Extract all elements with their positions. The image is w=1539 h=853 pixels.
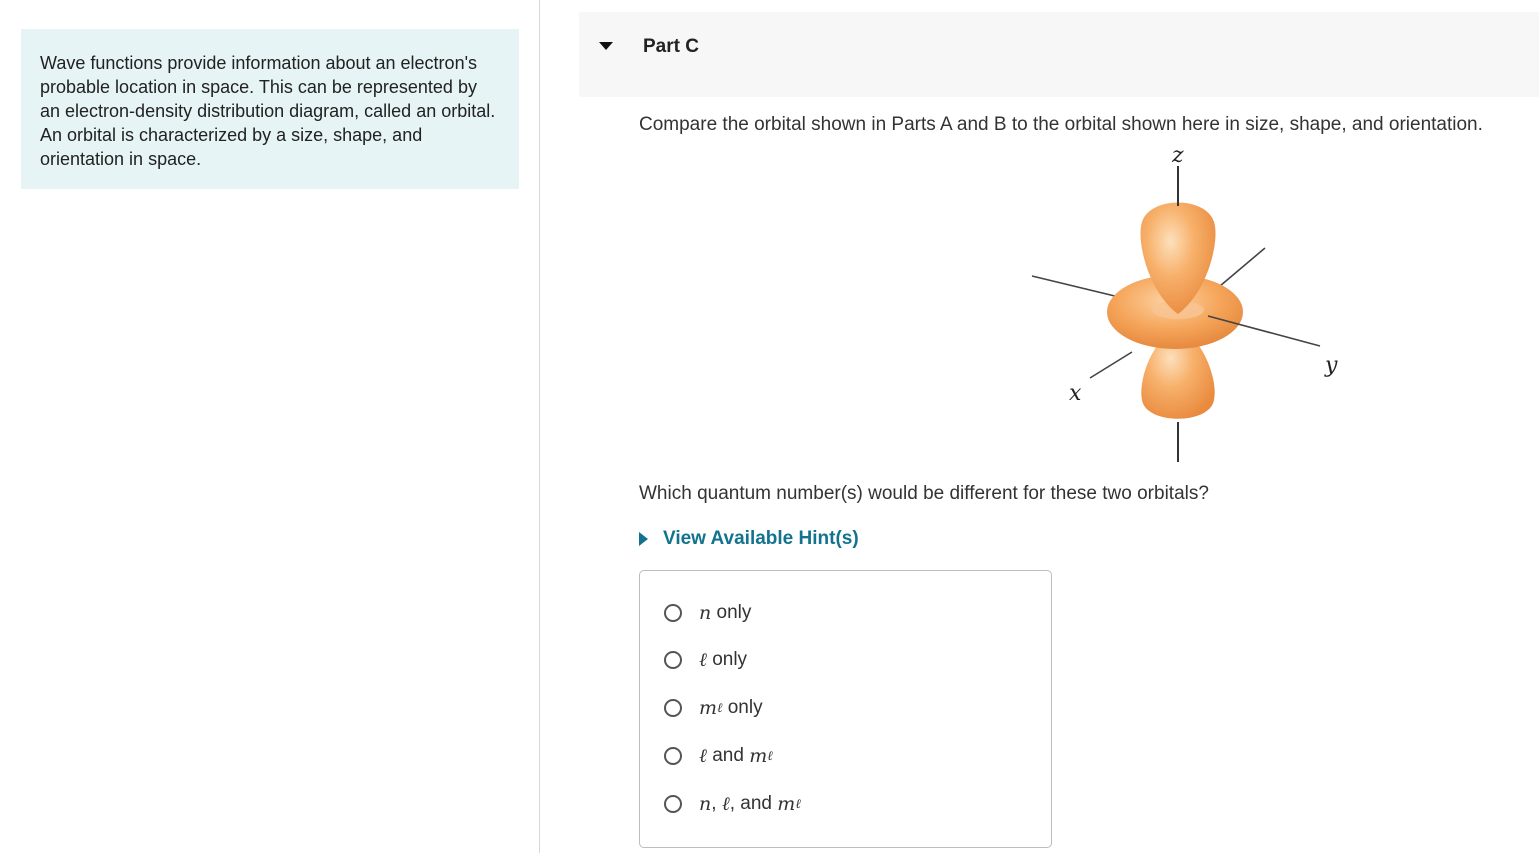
option-text: and	[712, 745, 744, 766]
symbol-l-subscript: ℓ	[795, 797, 801, 812]
radio-button[interactable]	[664, 651, 682, 669]
orbital-diagram: z y x	[1031, 143, 1338, 462]
option-ml-only[interactable]: mℓ only	[664, 694, 763, 722]
option-n-l-and-ml[interactable]: n, ℓ, and mℓ	[664, 790, 801, 818]
view-hints-link[interactable]: View Available Hint(s)	[639, 528, 859, 550]
symbol-m: m	[777, 793, 796, 815]
comma: ,	[711, 793, 717, 814]
orbital-figure: z y x	[1020, 140, 1350, 475]
part-title: Part C	[643, 36, 699, 57]
symbol-n: n	[699, 793, 712, 815]
symbol-l: ℓ	[699, 744, 707, 767]
symbol-m: m	[699, 697, 718, 719]
symbol-l: ℓ	[721, 792, 730, 815]
symbol-m: m	[749, 745, 768, 767]
option-l-only[interactable]: ℓ only	[664, 646, 747, 674]
option-l-and-ml[interactable]: ℓ and mℓ	[664, 742, 773, 770]
intro-panel: Wave functions provide information about…	[21, 29, 519, 189]
radio-button[interactable]	[664, 604, 682, 622]
option-n-only[interactable]: n only	[664, 599, 751, 627]
symbol-n: n	[699, 602, 712, 624]
option-text: only	[727, 697, 763, 718]
symbol-l-subscript: ℓ	[767, 749, 773, 764]
option-text: only	[716, 602, 752, 623]
radio-button[interactable]	[664, 699, 682, 717]
option-text: , and	[729, 793, 772, 814]
radio-button[interactable]	[664, 747, 682, 765]
symbol-l: ℓ	[699, 648, 707, 671]
question-text: Compare the orbital shown in Parts A and…	[639, 114, 1483, 135]
expand-triangle-icon	[639, 532, 648, 546]
part-header[interactable]: Part C	[579, 12, 1539, 97]
symbol-l-subscript: ℓ	[717, 701, 723, 716]
z-axis-label: z	[1171, 143, 1184, 168]
answer-options: n only ℓ only mℓ only ℓ and mℓ n, ℓ, and…	[639, 570, 1052, 848]
radio-button[interactable]	[664, 795, 682, 813]
x-axis-label: x	[1069, 381, 1082, 406]
option-text: only	[712, 649, 748, 670]
panel-divider	[539, 0, 540, 853]
collapse-triangle-icon[interactable]	[599, 42, 613, 50]
y-axis-label: y	[1324, 353, 1338, 378]
intro-text: Wave functions provide information about…	[40, 53, 496, 169]
axis-back-right	[1219, 247, 1266, 287]
view-hints-label: View Available Hint(s)	[663, 528, 859, 549]
sub-question-text: Which quantum number(s) would be differe…	[639, 483, 1209, 504]
x-axis-front	[1089, 351, 1133, 379]
